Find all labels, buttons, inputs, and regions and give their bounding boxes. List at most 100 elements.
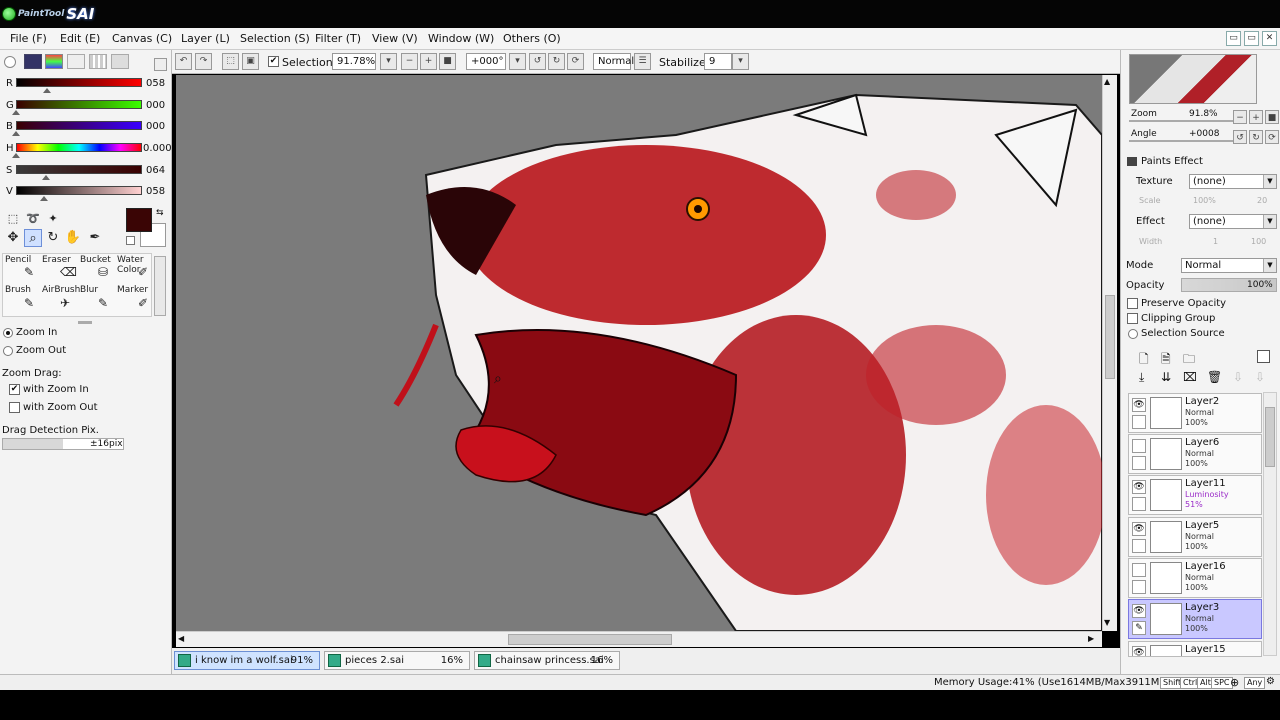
rect-select-icon[interactable]: ⬚ <box>4 210 22 228</box>
lock-icon[interactable] <box>1132 415 1146 429</box>
lock-layer-icon[interactable]: ⇩ <box>1255 370 1265 384</box>
horizontal-scroll-thumb[interactable] <box>508 634 672 645</box>
pen-edit-icon[interactable]: ✎ <box>1132 621 1146 635</box>
eye-icon[interactable]: 👁 <box>1132 480 1146 494</box>
rotate-reset-icon[interactable]: ⟳ <box>567 53 584 70</box>
slider-h-thumb[interactable] <box>12 153 20 158</box>
menu-view[interactable]: View (V) <box>372 32 418 45</box>
lock-icon[interactable] <box>1132 497 1146 511</box>
color-wheel-icon[interactable] <box>4 56 16 68</box>
invert-selection-icon[interactable]: ▣ <box>242 53 259 70</box>
redo-icon[interactable]: ↷ <box>195 53 212 70</box>
menu-selection[interactable]: Selection (S) <box>240 32 310 45</box>
pencil-icon[interactable]: ✎ <box>24 265 34 279</box>
menu-filter[interactable]: Filter (T) <box>315 32 361 45</box>
transparent-color-icon[interactable] <box>126 236 135 245</box>
doc-tab-pieces[interactable]: pieces 2.sai 16% <box>324 651 470 670</box>
brush-airbrush-label[interactable]: AirBrush <box>42 285 80 295</box>
gear-icon[interactable]: ⚙ <box>1266 676 1275 687</box>
menu-edit[interactable]: Edit (E) <box>60 32 100 45</box>
canvas-horizontal-scrollbar[interactable]: ◀ ▶ <box>176 631 1102 647</box>
eye-off-icon[interactable] <box>1132 439 1146 453</box>
slider-r[interactable] <box>16 78 142 87</box>
scratchpad-icon[interactable] <box>111 54 129 69</box>
nav-rotate-ccw-icon[interactable]: ↺ <box>1233 130 1247 144</box>
scroll-down-icon[interactable]: ▼ <box>1104 618 1110 627</box>
layer-item-layer3[interactable]: 👁 ✎ Layer3 Normal 100% <box>1128 599 1262 639</box>
menu-others[interactable]: Others (O) <box>503 32 561 45</box>
vertical-scroll-thumb[interactable] <box>1105 295 1115 379</box>
eye-icon[interactable]: 👁 <box>1132 398 1146 412</box>
slider-h[interactable] <box>16 143 142 152</box>
nav-rotate-cw-icon[interactable]: ↻ <box>1249 130 1263 144</box>
undo-icon[interactable]: ↶ <box>175 53 192 70</box>
nav-rotate-reset-icon[interactable]: ⟳ <box>1265 130 1279 144</box>
slider-s[interactable] <box>16 165 142 174</box>
slider-g[interactable] <box>16 100 142 109</box>
zoom-reset-icon[interactable]: ■ <box>439 53 456 70</box>
restore-canvas-icon[interactable]: ▭ <box>1226 31 1241 46</box>
deselect-icon[interactable]: ⬚ <box>222 53 239 70</box>
brush-scrollbar[interactable] <box>154 256 166 316</box>
clipping-group-checkbox[interactable] <box>1127 313 1138 324</box>
zoom-in-icon[interactable]: + <box>420 53 437 70</box>
brush-pencil-label[interactable]: Pencil <box>5 255 31 265</box>
transfer-down-icon[interactable]: ⤓ <box>1139 370 1144 385</box>
eraser-icon[interactable]: ⌫ <box>60 265 77 279</box>
navigator-angle-slider[interactable] <box>1129 140 1233 142</box>
merge-down-icon[interactable]: ⇊ <box>1161 370 1171 384</box>
angle-dropdown-icon[interactable]: ▾ <box>509 53 526 70</box>
slider-r-thumb[interactable] <box>43 88 51 93</box>
bucket-icon[interactable]: ⛁ <box>98 265 108 279</box>
clear-layer-icon[interactable]: ⌧ <box>1183 370 1197 384</box>
close-canvas-icon[interactable]: ✕ <box>1262 31 1277 46</box>
marker-icon[interactable]: ✐ <box>138 296 148 310</box>
swap-colors-icon[interactable]: ⇆ <box>156 208 164 218</box>
selection-source-radio[interactable] <box>1128 329 1138 339</box>
layer-panel-toggle-icon[interactable] <box>1257 350 1270 363</box>
brush-eraser-label[interactable]: Eraser <box>42 255 71 265</box>
navigator-zoom-slider[interactable] <box>1129 120 1233 122</box>
swatches-icon[interactable] <box>89 54 107 69</box>
scroll-left-icon[interactable]: ◀ <box>178 634 184 643</box>
zoom-out-icon[interactable]: − <box>401 53 418 70</box>
texture-select[interactable]: (none) ▼ <box>1189 174 1277 189</box>
new-folder-icon[interactable]: 🗀 <box>1183 350 1195 371</box>
delete-layer-icon[interactable]: 🗑 <box>1207 370 1222 384</box>
stabilizer-field[interactable]: 9 <box>704 53 732 70</box>
slider-v[interactable] <box>16 186 142 195</box>
menu-file[interactable]: File (F) <box>10 32 47 45</box>
rotate-ccw-icon[interactable]: ↺ <box>529 53 546 70</box>
layer-item-layer2[interactable]: 👁 Layer2 Normal 100% <box>1128 393 1262 433</box>
hsv-slider-icon[interactable] <box>45 54 63 69</box>
slider-b[interactable] <box>16 121 142 130</box>
layer-item-layer6[interactable]: Layer6 Normal 100% <box>1128 434 1262 474</box>
slider-b-thumb[interactable] <box>12 131 20 136</box>
stabilizer-dropdown-icon[interactable]: ▾ <box>732 53 749 70</box>
lock-icon[interactable] <box>1132 580 1146 594</box>
new-layer-icon[interactable]: 🗋 <box>1139 350 1149 371</box>
rgb-slider-icon[interactable] <box>24 54 42 69</box>
eyedropper-icon[interactable]: ✒ <box>86 229 104 247</box>
menu-layer[interactable]: Layer (L) <box>181 32 230 45</box>
blend-mode-field[interactable]: Normal <box>593 53 634 70</box>
new-linework-layer-icon[interactable]: 🗎 <box>1161 350 1171 371</box>
mode-select[interactable]: Normal ▼ <box>1181 258 1277 273</box>
panel-toggle-icon[interactable] <box>154 58 167 71</box>
airbrush-icon[interactable]: ✈ <box>60 296 70 310</box>
menu-canvas[interactable]: Canvas (C) <box>112 32 172 45</box>
lasso-icon[interactable]: ➰ <box>24 210 42 228</box>
color-mixer-icon[interactable] <box>67 54 85 69</box>
layer-scroll-thumb[interactable] <box>1265 407 1275 467</box>
nav-zoom-out-icon[interactable]: − <box>1233 110 1247 124</box>
doc-tab-wolf[interactable]: i know im a wolf.sai 91% <box>174 651 320 670</box>
rotate-cw-icon[interactable]: ↻ <box>548 53 565 70</box>
doc-tab-chainsaw[interactable]: chainsaw princess.sai 16% <box>474 651 620 670</box>
eye-off-icon[interactable] <box>1132 563 1146 577</box>
blend-dropdown-icon[interactable]: ☰ <box>634 53 651 70</box>
primary-color-swatch[interactable] <box>126 208 152 232</box>
nav-zoom-in-icon[interactable]: + <box>1249 110 1263 124</box>
move-icon[interactable]: ✥ <box>4 229 22 247</box>
panel-divider[interactable] <box>78 321 92 324</box>
scroll-up-icon[interactable]: ▲ <box>1104 77 1110 86</box>
